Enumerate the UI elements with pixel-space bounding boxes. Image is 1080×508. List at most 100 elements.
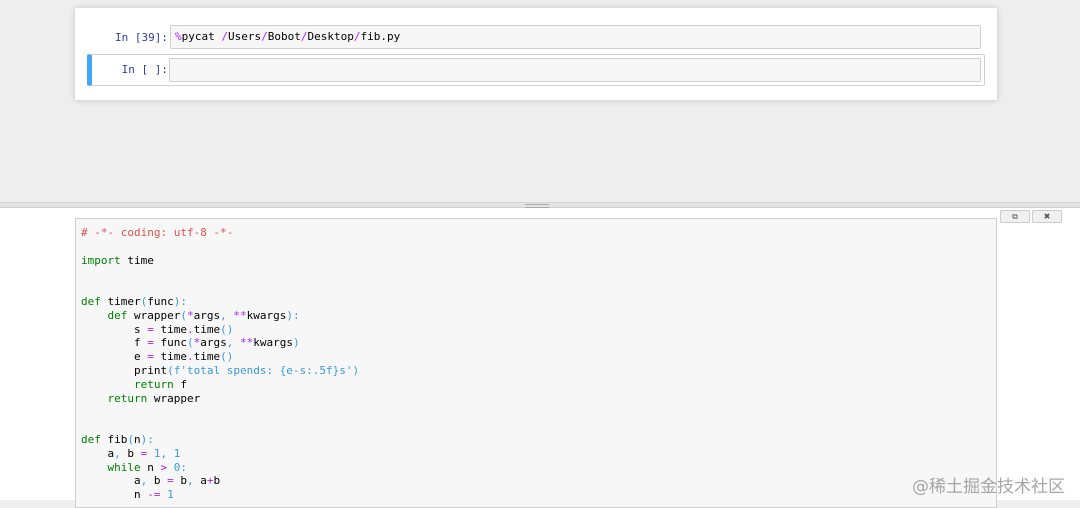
code-token: args [200, 336, 227, 350]
code-token: b [173, 474, 187, 488]
path-segment: Users [228, 30, 262, 43]
close-pager-button[interactable]: ✖ [1032, 210, 1062, 223]
code-token: time [153, 350, 187, 364]
code-token: return [133, 377, 174, 391]
code-token: wrapper [147, 391, 201, 405]
code-token: , [220, 308, 234, 322]
code-line: a, b = b, a+b [81, 474, 220, 488]
code-cell-39[interactable]: In [39]: %pycat /Users/Bobot/Desktop/fib… [87, 22, 985, 54]
code-token: b [213, 474, 221, 488]
code-token: n [134, 433, 141, 446]
code-token: ) [292, 336, 300, 350]
code-line: f = func(*args, **kwargs) [81, 336, 300, 350]
path-segment: Bobot [267, 30, 301, 43]
code-token: = [147, 336, 154, 350]
open-in-new-window-button[interactable]: ⧉ [1000, 210, 1030, 223]
path-segment: / [221, 30, 228, 43]
code-token: def [81, 433, 101, 446]
code-token: f [173, 377, 187, 391]
code-token: time [193, 350, 221, 364]
code-line: def timer(func): [81, 295, 187, 309]
code-line: import time [81, 254, 154, 268]
code-token: ** [239, 336, 254, 350]
input-prompt: In [ ]: [121, 63, 168, 76]
code-token: 1 [173, 446, 181, 460]
pager-panel: ⧉ ✖ # -*- coding: utf-8 -*- import time de… [0, 208, 1080, 508]
code-token: # -*- coding: utf-8 -*- [81, 226, 234, 239]
code-token: time [153, 322, 187, 336]
code-token: , [114, 446, 128, 460]
code-token: ( [127, 433, 134, 446]
code-token: ( [186, 336, 194, 350]
code-line: return wrapper [81, 391, 201, 406]
code-token: ): [140, 433, 154, 446]
code-token: = [147, 350, 154, 364]
magic-percent: % [175, 30, 182, 43]
code-token: time [193, 322, 221, 336]
code-token: 1 [167, 488, 174, 502]
code-token: e [81, 350, 148, 364]
code-token: : [180, 460, 187, 474]
code-cell-empty-selected[interactable]: In [ ]: [87, 54, 985, 86]
code-token: () [220, 322, 234, 336]
code-token: , [140, 474, 154, 488]
code-token: 1 [153, 446, 161, 460]
notebook-container: In [39]: %pycat /Users/Bobot/Desktop/fib… [75, 8, 997, 100]
code-token: , [186, 474, 201, 488]
code-token: def [81, 295, 101, 308]
code-line: s = time.time() [81, 323, 233, 337]
input-prompt: In [39]: [115, 31, 168, 44]
code-token: func [147, 295, 174, 308]
code-line: e = time.time() [81, 350, 233, 364]
code-token: kwargs [246, 308, 287, 322]
code-line: print(f'total spends: {e-s:.5f}s') [81, 364, 359, 378]
code-token: s [81, 322, 148, 336]
code-line: return f [81, 378, 187, 392]
external-link-icon: ⧉ [1012, 212, 1018, 221]
code-line: def fib(n): [81, 433, 154, 447]
pager-code-box: # -*- coding: utf-8 -*- import time def ti… [75, 218, 997, 508]
cell-input-area[interactable]: %pycat /Users/Bobot/Desktop/fib.py [170, 25, 981, 49]
close-icon: ✖ [1043, 212, 1051, 221]
code-token: wrapper [127, 308, 181, 322]
code-token: b [153, 474, 168, 488]
magic-name: pycat [181, 30, 215, 43]
path-segment: fib.py [360, 30, 401, 43]
cell-input-area[interactable] [169, 58, 981, 82]
code-token: func [153, 336, 187, 350]
code-token: ): [286, 308, 300, 322]
path-segment: / [300, 30, 308, 43]
code-token: f [81, 336, 148, 350]
code-token: . [186, 350, 194, 364]
code-token: () [220, 350, 234, 364]
code-token: a [81, 446, 115, 460]
code-token: a [81, 474, 141, 488]
code-token: , [160, 446, 174, 460]
code-token: n [81, 488, 148, 502]
code-token: ** [233, 308, 247, 322]
code-token: return [107, 391, 148, 405]
path-segment: Desktop [307, 30, 354, 43]
code-token: , [226, 336, 240, 350]
code-token: ) [352, 364, 360, 377]
code-line: a, b = 1, 1 [81, 447, 180, 461]
code-line: while n > 0: [81, 460, 188, 475]
code-token: def [107, 308, 128, 322]
code-token: f'total spends: {e-s:.5f}s' [173, 364, 353, 377]
notebook-area: In [39]: %pycat /Users/Bobot/Desktop/fib… [0, 0, 1080, 202]
code-token: while [107, 460, 141, 474]
code-token: n [140, 460, 161, 474]
code-line: def wrapper(*args, **kwargs): [81, 309, 300, 323]
code-token: args [193, 308, 221, 322]
code-token: -= [147, 488, 161, 502]
code-line: n -= 1 [81, 488, 174, 502]
code-token: fib [100, 433, 128, 446]
code-token: print [81, 364, 168, 377]
code-token: ): [173, 295, 187, 308]
code-token: = [147, 322, 154, 336]
code-token: kwargs [253, 336, 293, 350]
